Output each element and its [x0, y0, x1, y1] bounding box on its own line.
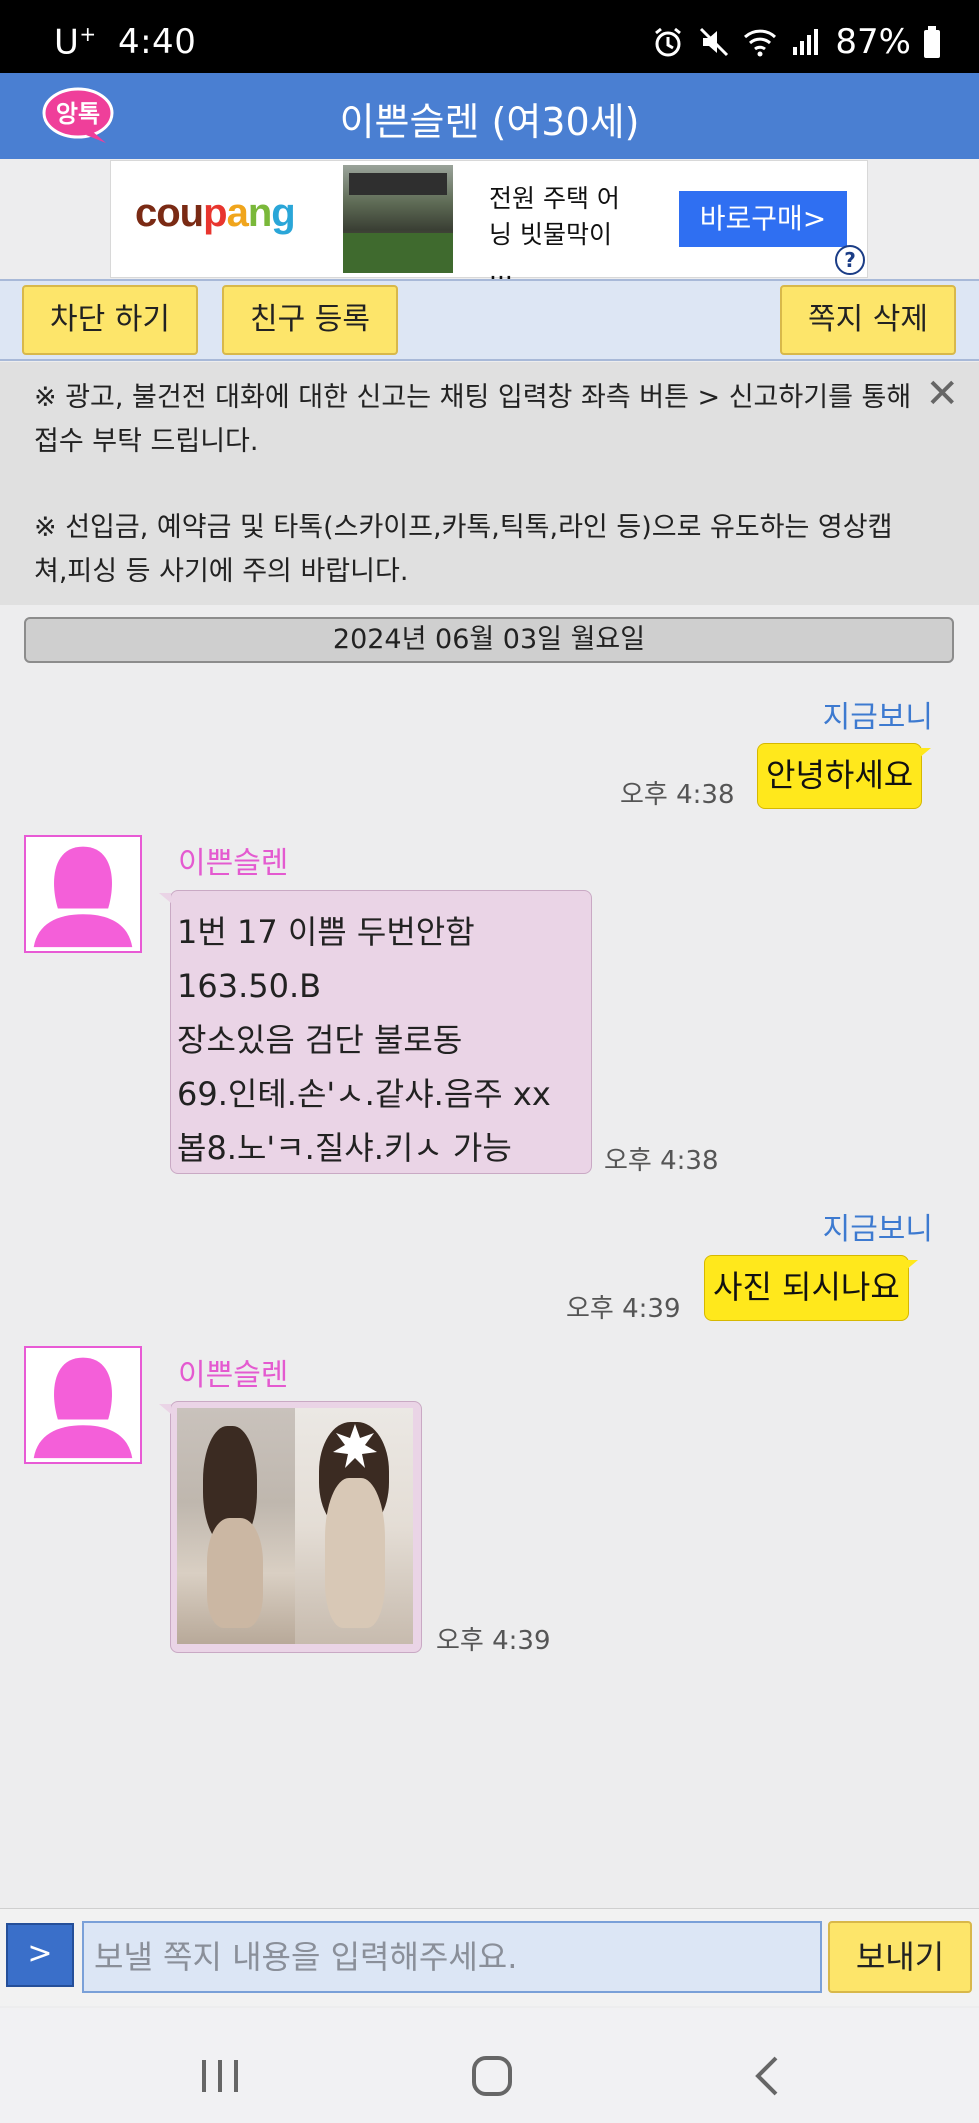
- photo-right-panel: [295, 1408, 413, 1644]
- photo-left-panel: [177, 1408, 295, 1644]
- carrier-label: U: [54, 22, 80, 63]
- my-sender-name: 지금보니: [822, 700, 933, 735]
- other-sender-name: 이쁜슬렌: [178, 1358, 289, 1393]
- ad-brand-logo: coupang: [135, 191, 296, 235]
- status-bar: U+ 4:40 87%: [0, 0, 979, 73]
- page-title: 이쁜슬렌 (여30세): [339, 100, 640, 144]
- close-icon[interactable]: ✕: [925, 374, 959, 414]
- home-icon[interactable]: [470, 2054, 514, 2098]
- other-message-bubble[interactable]: 1번 17 이쁨 두번안함 163.50.B 장소있음 검단 불로동 69.인톄…: [159, 890, 592, 1174]
- mute-icon: [700, 27, 729, 57]
- photo-message-bubble[interactable]: [159, 1401, 422, 1653]
- my-message-bubble[interactable]: 안녕하세요: [757, 743, 932, 809]
- ad-banner[interactable]: coupang 전원 주택 어 닝 빗물막이 ... 바로구매> ?: [110, 160, 868, 285]
- signal-icon: [793, 29, 819, 55]
- wifi-icon: [744, 29, 777, 57]
- action-bar: 차단 하기 친구 등록 쪽지 삭제: [0, 279, 979, 361]
- my-message-bubble[interactable]: 사진 되시나요: [704, 1255, 918, 1321]
- recent-apps-icon[interactable]: [198, 2056, 242, 2096]
- battery-percent: 87%: [835, 22, 911, 62]
- status-icons: 87%: [651, 22, 941, 62]
- alarm-icon: [655, 27, 682, 57]
- female-avatar-icon: [33, 1357, 133, 1459]
- ad-buy-button[interactable]: 바로구매>: [679, 191, 847, 247]
- delete-message-button[interactable]: 쪽지 삭제: [780, 285, 956, 355]
- menu-toggle-button[interactable]: >: [6, 1923, 74, 1987]
- system-nav-bar: [0, 2008, 979, 2123]
- other-sender-name: 이쁜슬렌: [178, 846, 289, 881]
- ad-help-icon[interactable]: ?: [835, 245, 865, 275]
- message-time: 오후 4:38: [604, 1146, 719, 1176]
- warning-notice: ※ 광고, 불건전 대화에 대한 신고는 채팅 입력창 좌측 버튼 > 신고하기…: [0, 362, 979, 605]
- message-input[interactable]: 보낼 쪽지 내용을 입력해주세요.: [82, 1921, 822, 1993]
- female-avatar-icon: [33, 846, 133, 948]
- ad-text-line1: 전원 주택 어: [489, 184, 620, 213]
- battery-icon: [924, 26, 940, 58]
- carrier-plus: +: [79, 22, 97, 46]
- my-sender-name: 지금보니: [822, 1212, 933, 1247]
- message-time: 오후 4:38: [620, 780, 735, 810]
- block-button[interactable]: 차단 하기: [22, 285, 198, 355]
- notice-report: ※ 광고, 불건전 대화에 대한 신고는 채팅 입력창 좌측 버튼 > 신고하기…: [34, 382, 912, 457]
- profile-avatar[interactable]: [24, 1346, 142, 1464]
- date-divider: 2024년 06월 03일 월요일: [24, 617, 954, 663]
- message-time: 오후 4:39: [566, 1294, 681, 1324]
- send-button[interactable]: 보내기: [828, 1921, 972, 1993]
- chat-screen: U+ 4:40 87% 앙톡 이쁜슬렌 (여30세) coupang 전원 주택…: [0, 0, 979, 2123]
- notice-fraud: ※ 선입금, 예약금 및 타톡(스카이프,카톡,틱톡,라인 등)으로 유도하는 …: [34, 512, 893, 587]
- back-icon[interactable]: [748, 2054, 788, 2098]
- message-time: 오후 4:39: [436, 1626, 551, 1656]
- clock: 4:40: [117, 22, 197, 63]
- add-friend-button[interactable]: 친구 등록: [222, 285, 398, 355]
- shared-photo[interactable]: [177, 1408, 413, 1644]
- carrier-time: U+ 4:40: [54, 22, 196, 62]
- title-bar: 앙톡 이쁜슬렌 (여30세): [0, 73, 979, 159]
- message-input-bar: > 보낼 쪽지 내용을 입력해주세요. 보내기: [0, 1908, 979, 2006]
- ad-product-image[interactable]: [343, 165, 453, 273]
- other-message-text: 1번 17 이쁨 두번안함 163.50.B 장소있음 검단 불로동 69.인톄…: [177, 913, 551, 1167]
- ad-product-text[interactable]: 전원 주택 어 닝 빗물막이 ...: [489, 181, 629, 289]
- profile-avatar[interactable]: [24, 835, 142, 953]
- censor-burst-icon: [333, 1424, 377, 1468]
